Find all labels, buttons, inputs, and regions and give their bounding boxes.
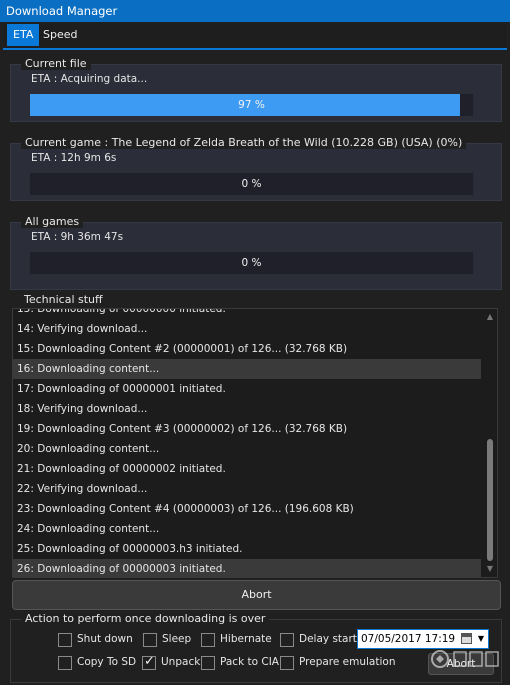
tab-bar: ETA Speed bbox=[3, 24, 507, 50]
pack-to-cia-label: Pack to CIA bbox=[220, 656, 279, 668]
log-line[interactable]: 19: Downloading Content #3 (00000002) of… bbox=[13, 419, 481, 439]
unpack-checkbox[interactable]: ✓ bbox=[142, 654, 156, 670]
calendar-icon[interactable] bbox=[461, 633, 472, 644]
prepare-emulation-label: Prepare emulation bbox=[299, 656, 396, 668]
log-lines: 13: Downloading of 00000000 initiated. 1… bbox=[13, 309, 481, 577]
copy-to-sd-checkbox[interactable] bbox=[58, 656, 72, 670]
delay-start-checkbox[interactable] bbox=[280, 633, 294, 647]
log-line[interactable]: 21: Downloading of 00000002 initiated. bbox=[13, 459, 481, 479]
shutdown-checkbox[interactable] bbox=[58, 633, 72, 647]
log-line[interactable]: 16: Downloading content... bbox=[13, 359, 481, 379]
prepare-emulation-checkbox[interactable] bbox=[280, 656, 294, 670]
current-game-progress-text: 0 % bbox=[241, 178, 262, 190]
log-line[interactable]: 20: Downloading content... bbox=[13, 439, 481, 459]
watermark-logo-icon bbox=[431, 650, 499, 668]
log-line[interactable]: 18: Verifying download... bbox=[13, 399, 481, 419]
current-game-progress: 0 % bbox=[29, 172, 474, 196]
tab-eta[interactable]: ETA bbox=[7, 24, 40, 46]
scroll-up-arrow-icon[interactable]: ▲ bbox=[483, 311, 497, 323]
log-line[interactable]: 13: Downloading of 00000000 initiated. bbox=[13, 309, 481, 319]
delay-start-label: Delay start: bbox=[299, 633, 361, 645]
hibernate-checkbox[interactable] bbox=[201, 633, 215, 647]
current-game-title: Current game : The Legend of Zelda Breat… bbox=[21, 136, 467, 149]
log-line[interactable]: 22: Verifying download... bbox=[13, 479, 481, 499]
log-line[interactable]: 17: Downloading of 00000001 initiated. bbox=[13, 379, 481, 399]
scroll-thumb[interactable] bbox=[487, 439, 493, 561]
log-line[interactable]: 25: Downloading of 00000003.h3 initiated… bbox=[13, 539, 481, 559]
all-games-progress: 0 % bbox=[29, 251, 474, 275]
tab-speed[interactable]: Speed bbox=[37, 24, 83, 46]
current-file-group: Current file ETA : Acquiring data... 97 … bbox=[10, 57, 502, 122]
technical-title: Technical stuff bbox=[20, 293, 107, 306]
hibernate-label: Hibernate bbox=[220, 633, 272, 645]
sleep-checkbox[interactable] bbox=[143, 633, 157, 647]
log-line[interactable]: 26: Downloading of 00000003 initiated. bbox=[13, 559, 481, 577]
actions-title: Action to perform once downloading is ov… bbox=[21, 612, 270, 625]
log-line[interactable]: 15: Downloading Content #2 (00000001) of… bbox=[13, 339, 481, 359]
scroll-down-arrow-icon[interactable]: ▼ bbox=[483, 563, 497, 575]
technical-log[interactable]: 13: Downloading of 00000000 initiated. 1… bbox=[12, 308, 498, 578]
sleep-label: Sleep bbox=[162, 633, 192, 645]
current-game-group: Current game : The Legend of Zelda Breat… bbox=[10, 136, 502, 201]
window-title: Download Manager bbox=[6, 4, 118, 18]
all-games-group: All games ETA : 9h 36m 47s 0 % bbox=[10, 215, 502, 290]
all-games-progress-text: 0 % bbox=[241, 257, 262, 269]
current-game-eta: ETA : 12h 9m 6s bbox=[31, 152, 117, 164]
all-games-eta: ETA : 9h 36m 47s bbox=[31, 231, 124, 243]
log-line[interactable]: 23: Downloading Content #4 (00000003) of… bbox=[13, 499, 481, 519]
copy-to-sd-label: Copy To SD bbox=[77, 656, 137, 668]
log-scrollbar[interactable]: ▲ ▼ bbox=[483, 309, 497, 577]
shutdown-label: Shut down bbox=[77, 633, 133, 645]
current-file-progress: 97 % bbox=[29, 93, 474, 117]
abort-button[interactable]: Abort bbox=[12, 580, 501, 610]
all-games-title: All games bbox=[21, 215, 84, 228]
log-line[interactable]: 24: Downloading content... bbox=[13, 519, 481, 539]
current-file-progress-text: 97 % bbox=[238, 99, 265, 111]
current-file-title: Current file bbox=[21, 57, 91, 70]
title-bar: Download Manager bbox=[0, 0, 510, 22]
current-file-eta: ETA : Acquiring data... bbox=[31, 73, 148, 85]
unpack-label: Unpack bbox=[161, 656, 201, 668]
pack-to-cia-checkbox[interactable] bbox=[201, 656, 215, 670]
log-line[interactable]: 14: Verifying download... bbox=[13, 319, 481, 339]
